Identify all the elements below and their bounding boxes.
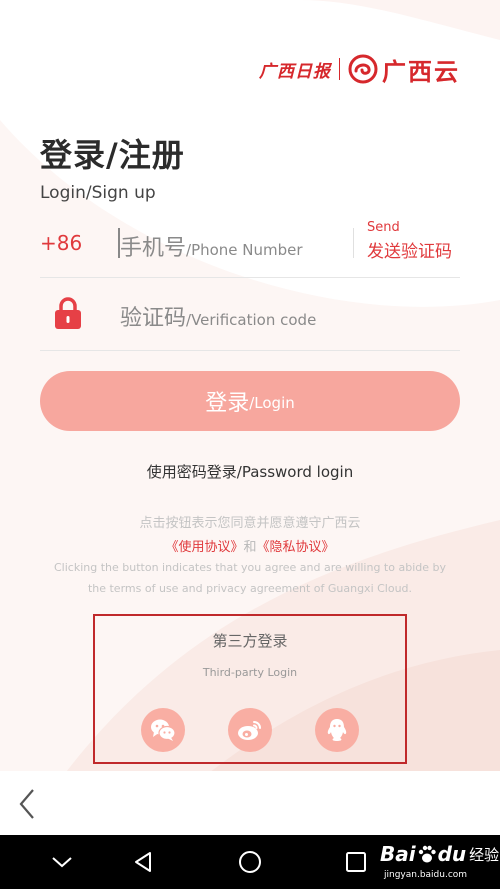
qq-icon [327, 719, 347, 741]
weibo-icon [238, 721, 261, 740]
send-divider [353, 228, 354, 258]
square-recents-icon [346, 852, 366, 872]
third-party-subtitle: Third-party Login [202, 666, 298, 679]
watermark-suffix: 经验 [469, 845, 500, 864]
system-home-button[interactable] [234, 846, 266, 878]
agreement-links: 《使用协议》和《隐私协议》 [30, 536, 470, 555]
send-code-button[interactable]: Send 发送验证码 [367, 220, 452, 262]
agreement-text-cn: 点击按钮表示您同意并愿意遵守广西云 [139, 516, 361, 531]
verification-code-input[interactable] [120, 298, 450, 330]
hide-keyboard-button[interactable] [46, 846, 78, 878]
send-label-en: Send [367, 220, 400, 235]
logo-divider [339, 58, 340, 80]
country-code[interactable]: +86 [40, 231, 82, 255]
watermark-brand-b: du [437, 842, 467, 866]
wechat-login-button[interactable] [141, 708, 185, 752]
third-party-title: 第三方登录 [212, 632, 288, 650]
system-recents-button[interactable] [340, 846, 372, 878]
agreement-text-en: Clicking the button indicates that you a… [30, 557, 470, 599]
privacy-policy-link[interactable]: 《隐私协议》 [257, 540, 335, 555]
system-back-button[interactable] [127, 846, 159, 878]
page-subtitle: Login/Sign up [40, 183, 156, 203]
terms-of-use-link[interactable]: 《使用协议》 [165, 540, 243, 555]
wechat-icon [151, 719, 176, 741]
cloud-swirl-icon [348, 54, 378, 84]
circle-home-icon [239, 851, 261, 873]
phone-number-input[interactable] [120, 228, 350, 260]
triangle-back-icon [135, 852, 151, 872]
phone-row: +86 手机号/Phone Number Send 发送验证码 [40, 212, 460, 278]
newspaper-logo-text: 广西日报 [259, 61, 331, 82]
watermark-brand-a: Bai [380, 842, 416, 866]
back-button[interactable] [14, 787, 42, 821]
lock-icon [55, 297, 81, 329]
agreement-text-en-line1: Clicking the button indicates that you a… [54, 561, 446, 574]
chevron-left-icon [19, 789, 34, 819]
third-party-login-panel: 第三方登录 Third-party Login [93, 614, 407, 764]
agreement-text-en-line2: the terms of use and privacy agreement o… [87, 582, 413, 595]
verification-row: 验证码/Verification code [40, 278, 460, 351]
login-label-en: /Login [249, 394, 295, 412]
send-label-cn: 发送验证码 [367, 242, 452, 262]
app-nav-bar [0, 771, 500, 835]
app-logo: 广西日报 广西云 [259, 52, 460, 86]
chevron-down-icon [52, 857, 72, 868]
baidu-watermark: Bai du 经验 [380, 842, 499, 866]
agreement-and: 和 [243, 540, 257, 555]
login-button[interactable]: 登录 /Login [40, 371, 460, 431]
password-login-link[interactable]: 使用密码登录/Password login [0, 461, 500, 482]
weibo-login-button[interactable] [228, 708, 272, 752]
login-label-cn: 登录 [205, 391, 250, 416]
qq-login-button[interactable] [315, 708, 359, 752]
paw-icon [418, 845, 436, 863]
watermark-url: jingyan.baidu.com [384, 870, 468, 880]
brand-logo-text: 广西云 [382, 57, 460, 86]
page-title: 登录/注册 [40, 136, 185, 174]
